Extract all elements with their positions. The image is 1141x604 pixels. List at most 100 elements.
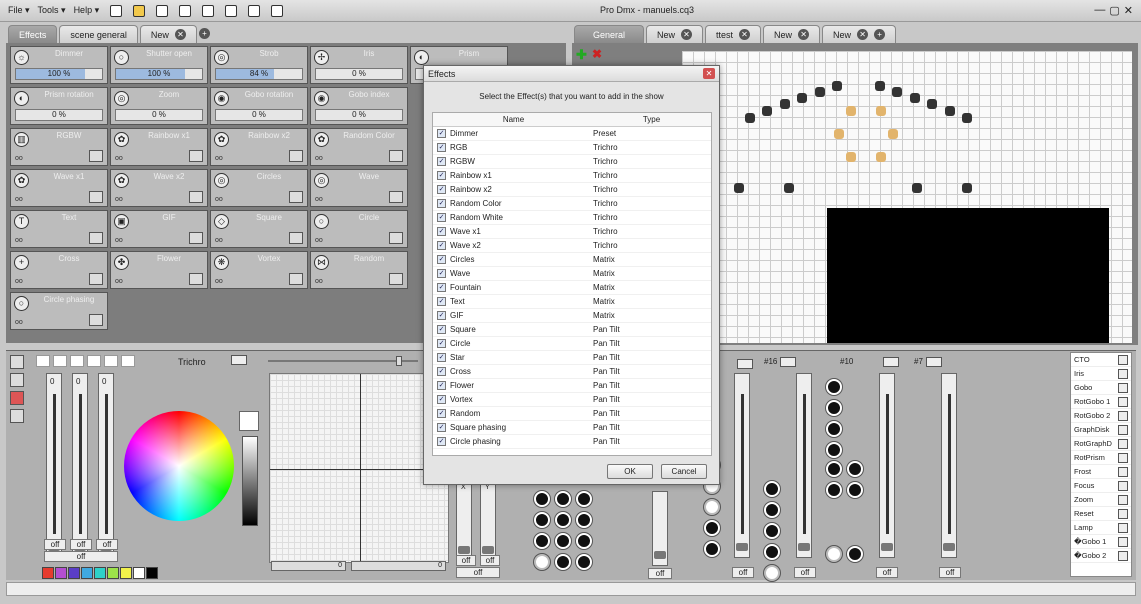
effect-tile[interactable]: ✿ Wave x2 oo <box>110 169 208 207</box>
effect-tile[interactable]: ✢ Iris 0 % <box>310 46 408 84</box>
table-row[interactable]: ✓ Random Pan Tilt <box>433 407 711 421</box>
effect-toggle-button[interactable] <box>389 191 403 203</box>
effect-checkbox[interactable]: ✓ <box>437 325 446 334</box>
gobo-icon[interactable] <box>576 533 592 549</box>
attribute-toggle[interactable] <box>1118 467 1128 477</box>
menu-tools[interactable]: Tools ▾ <box>38 5 66 16</box>
channel-dropdown[interactable] <box>780 357 797 367</box>
effect-checkbox[interactable]: ✓ <box>437 395 446 404</box>
table-row[interactable]: ✓ Square Pan Tilt <box>433 323 711 337</box>
effect-level-slider[interactable]: 84 % <box>215 68 303 80</box>
effect-level-slider[interactable]: 0 % <box>115 109 203 121</box>
brightness-bar[interactable] <box>242 436 258 526</box>
x-slider[interactable]: 0 <box>271 561 346 571</box>
table-row[interactable]: ✓ Vortex Pan Tilt <box>433 393 711 407</box>
fixture-icon[interactable] <box>962 183 972 193</box>
effect-toggle-button[interactable] <box>389 273 403 285</box>
gobo-icon[interactable] <box>555 533 571 549</box>
effect-tile[interactable]: ◎ Circles oo <box>210 169 308 207</box>
gobo-icon[interactable] <box>847 546 863 562</box>
effect-checkbox[interactable]: ✓ <box>437 367 446 376</box>
maximize-icon[interactable]: ▢ <box>1109 4 1119 17</box>
add-tab-icon[interactable]: + <box>198 28 210 39</box>
gobo-icon[interactable] <box>847 461 863 477</box>
attribute-item[interactable]: RotPrism <box>1071 451 1131 465</box>
table-row[interactable]: ✓ Text Matrix <box>433 295 711 309</box>
table-row[interactable]: ✓ Circles Matrix <box>433 253 711 267</box>
attribute-toggle[interactable] <box>1118 425 1128 435</box>
ok-button[interactable]: OK <box>607 464 653 479</box>
effect-tile[interactable]: ○ Shutter open 100 % <box>110 46 208 84</box>
effect-checkbox[interactable]: ✓ <box>437 185 446 194</box>
pan-tilt-pad[interactable] <box>269 373 449 563</box>
fixture-icon[interactable] <box>784 183 794 193</box>
preset-swatch[interactable] <box>70 355 84 367</box>
color-wheel[interactable] <box>124 411 234 521</box>
effect-tile[interactable]: ◎ Strob 84 % <box>210 46 308 84</box>
gobo-icon[interactable] <box>826 546 842 562</box>
effect-checkbox[interactable]: ✓ <box>437 269 446 278</box>
fixture-settings-icon[interactable] <box>202 4 215 17</box>
color-swatch[interactable] <box>42 567 54 579</box>
search-icon[interactable] <box>10 355 24 369</box>
tab-scene-general[interactable]: scene general <box>59 25 138 43</box>
fixture-icon[interactable] <box>875 81 885 91</box>
selected-fixture-icon[interactable] <box>876 152 886 162</box>
off-button[interactable]: off <box>732 567 754 578</box>
attribute-item[interactable]: �Gobo 1 <box>1071 535 1131 549</box>
gobo-icon[interactable] <box>576 512 592 528</box>
color-swatch[interactable] <box>133 567 145 579</box>
gobo-icon[interactable] <box>555 491 571 507</box>
gobo-icon[interactable] <box>764 523 780 539</box>
menu-help[interactable]: Help ▾ <box>74 5 100 16</box>
effect-tile[interactable]: ◎ Wave oo <box>310 169 408 207</box>
effect-checkbox[interactable]: ✓ <box>437 255 446 264</box>
fixture-icon[interactable] <box>734 183 744 193</box>
gobo-icon[interactable] <box>704 541 720 557</box>
add-tab-icon[interactable]: + <box>874 29 886 40</box>
effect-toggle-button[interactable] <box>189 191 203 203</box>
gobo-icon[interactable] <box>555 512 571 528</box>
close-tab-icon[interactable]: ✕ <box>681 29 693 40</box>
matrix-area[interactable] <box>827 208 1109 343</box>
effect-tile[interactable]: ✤ Flower oo <box>110 251 208 289</box>
tab-ttest[interactable]: ttest ✕ <box>705 25 762 43</box>
table-row[interactable]: ✓ Random White Trichro <box>433 211 711 225</box>
effect-checkbox[interactable]: ✓ <box>437 353 446 362</box>
attribute-item[interactable]: Zoom <box>1071 493 1131 507</box>
effect-toggle-button[interactable] <box>89 232 103 244</box>
attribute-item[interactable]: �Gobo 2 <box>1071 549 1131 563</box>
off-button[interactable]: off <box>939 567 961 578</box>
effect-toggle-button[interactable] <box>89 191 103 203</box>
gobo-icon[interactable] <box>704 499 720 515</box>
effect-toggle-button[interactable] <box>89 150 103 162</box>
table-row[interactable]: ✓ Wave x1 Trichro <box>433 225 711 239</box>
gobo-icon[interactable] <box>534 491 550 507</box>
effect-tile[interactable]: ❋ Vortex oo <box>210 251 308 289</box>
color-swatch[interactable] <box>120 567 132 579</box>
effect-tile[interactable]: ▣ GIF oo <box>110 210 208 248</box>
effect-toggle-button[interactable] <box>289 150 303 162</box>
color-swatch[interactable] <box>68 567 80 579</box>
table-row[interactable]: ✓ Random Color Trichro <box>433 197 711 211</box>
effect-tile[interactable]: ✿ Random Color oo <box>310 128 408 166</box>
fader-y[interactable]: Y <box>480 481 496 561</box>
channel-dropdown[interactable] <box>883 357 900 367</box>
gobo-icon[interactable] <box>764 544 780 560</box>
off-button[interactable]: off <box>480 555 500 566</box>
tab-new[interactable]: New ✕ <box>646 25 704 43</box>
table-row[interactable]: ✓ Wave x2 Trichro <box>433 239 711 253</box>
fader-red[interactable]: 0 <box>46 373 62 558</box>
preset-swatch[interactable] <box>104 355 118 367</box>
fixture-icon[interactable] <box>892 87 902 97</box>
effect-checkbox[interactable]: ✓ <box>437 129 446 138</box>
table-row[interactable]: ✓ Wave Matrix <box>433 267 711 281</box>
attribute-item[interactable]: Gobo <box>1071 381 1131 395</box>
gobo-icon[interactable] <box>826 461 842 477</box>
attribute-toggle[interactable] <box>1118 383 1128 393</box>
effect-toggle-button[interactable] <box>89 314 103 326</box>
effect-level-slider[interactable]: 0 % <box>315 68 403 80</box>
gobo-icon[interactable] <box>847 482 863 498</box>
close-tab-icon[interactable]: ✕ <box>174 29 186 40</box>
color-swatch[interactable] <box>146 567 158 579</box>
